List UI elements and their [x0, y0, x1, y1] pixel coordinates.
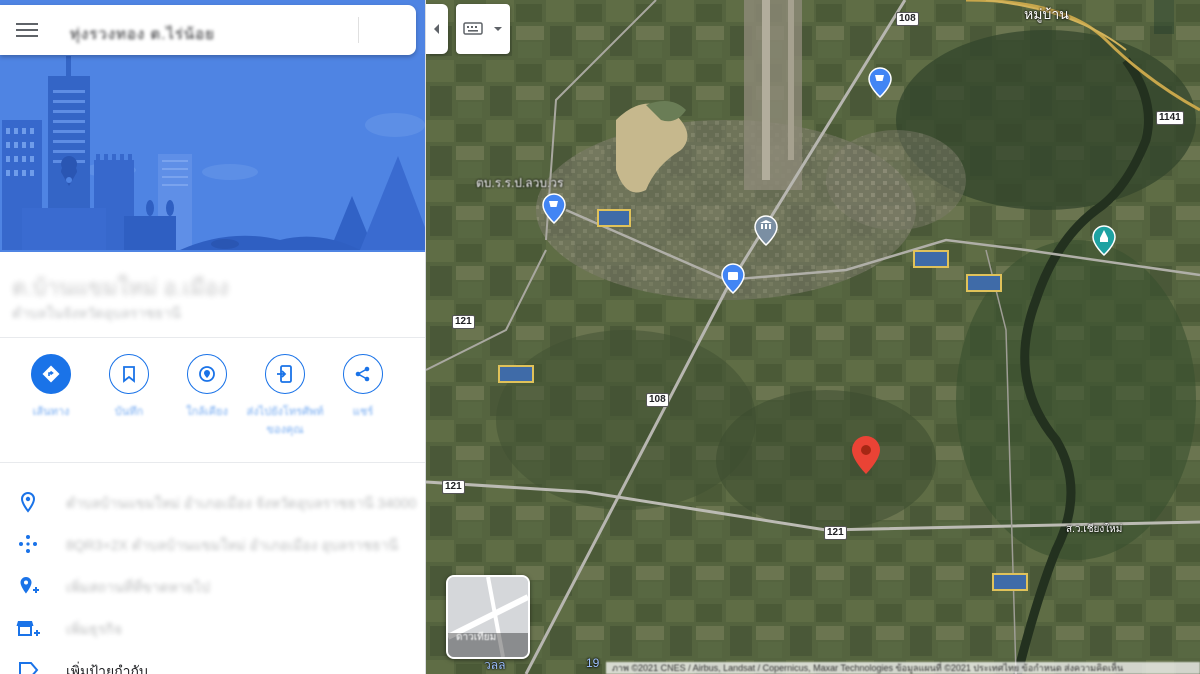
area-number-label: 19 — [586, 656, 600, 670]
bookmark-icon — [109, 354, 149, 394]
share-icon — [343, 354, 383, 394]
place-subtitle: ตำบลในจังหวัดอุบลราชธานี — [12, 305, 181, 321]
share-label: แชร์ — [352, 406, 374, 418]
add-place-text: เพิ่มสถานที่ที่ขาดหายไป — [66, 579, 210, 595]
road-shield-121: 121 — [452, 315, 475, 329]
address-row[interactable]: ตำบลบ้านแขมใหม่ อำเภอเมือง จังหวัดอุบลรา… — [0, 482, 425, 522]
add-business-row[interactable]: เพิ่มธุรกิจ — [0, 608, 425, 648]
satellite-map[interactable]: 108 1141 121 108 121 121 หมู่บ้าน ตบ.ร.ร… — [426, 0, 1200, 674]
send-to-phone-label: ส่งไปยังโทรศัพท์ของคุณ — [246, 406, 324, 436]
add-business-icon — [16, 621, 40, 636]
plus-code-row[interactable]: 8QR3+2X ตำบลบ้านแขมใหม่ อำเภอเมือง อุบลร… — [0, 524, 425, 564]
input-tools-button[interactable] — [456, 4, 510, 54]
nearby-button[interactable]: ใกล้เคียง — [177, 354, 237, 420]
satellite-imagery[interactable] — [426, 0, 1200, 674]
road-shield-121: 121 — [824, 526, 847, 540]
search-divider — [358, 17, 359, 43]
search-input[interactable]: ทุ่งรวงทอง ต.ไร่น้อย — [70, 22, 215, 46]
map-layer-thumbnail — [448, 577, 528, 657]
collapse-panel-button[interactable] — [426, 4, 448, 54]
plus-code-text: 8QR3+2X ตำบลบ้านแขมใหม่ อำเภอเมือง อุบลร… — [66, 537, 399, 553]
add-business-text: เพิ่มธุรกิจ — [66, 621, 122, 637]
district-label: ตบ.ร.ร.ป.ลวบ.วร — [476, 176, 564, 190]
map-attribution: ภาพ ©2021 CNES / Airbus, Landsat / Coper… — [606, 662, 1200, 674]
directions-label: เส้นทาง — [32, 406, 70, 418]
chevron-left-icon — [434, 24, 439, 34]
add-missing-place-row[interactable]: เพิ่มสถานที่ที่ขาดหายไป — [0, 566, 425, 606]
side-panel: ทุ่งรวงทอง ต.ไร่น้อย ต.บ้านแขมใหม่ อ.เมื… — [0, 0, 426, 674]
send-to-phone-button[interactable]: ส่งไปยังโทรศัพท์ของคุณ — [247, 354, 323, 438]
nearby-label: ใกล้เคียง — [186, 406, 228, 418]
keyboard-icon — [463, 22, 502, 35]
address-text: ตำบลบ้านแขมใหม่ อำเภอเมือง จังหวัดอุบลรา… — [66, 495, 417, 511]
divider — [0, 462, 425, 463]
search-box[interactable]: ทุ่งรวงทอง ต.ไร่น้อย — [0, 5, 416, 55]
add-label-text: เพิ่มป้ายกำกับ — [66, 663, 148, 674]
directions-icon — [31, 354, 71, 394]
save-label: บันทึก — [114, 406, 144, 418]
road-name-label: ส.ว.เชียงใหม่ — [1066, 524, 1123, 535]
place-title: ต.บ้านแขมใหม่ อ.เมือง — [12, 275, 229, 300]
road-shield-108: 108 — [646, 393, 669, 407]
nearby-icon — [187, 354, 227, 394]
map-layer-toggle[interactable]: ดาวเทียม — [446, 575, 530, 659]
send-to-phone-icon — [265, 354, 305, 394]
village-label: หมู่บ้าน — [1024, 6, 1069, 22]
road-shield-121: 121 — [442, 480, 465, 494]
road-shield-108: 108 — [896, 12, 919, 26]
road-shield-1141: 1141 — [1156, 111, 1184, 125]
location-pin-icon — [20, 491, 36, 513]
plus-code-icon — [19, 535, 37, 553]
hamburger-menu-icon[interactable] — [16, 20, 38, 40]
layer-label: ดาวเทียม — [456, 632, 497, 643]
directions-button[interactable]: เส้นทาง — [21, 354, 81, 420]
label-icon — [19, 662, 39, 674]
add-place-icon — [20, 577, 39, 594]
divider — [0, 337, 425, 338]
share-button[interactable]: แชร์ — [333, 354, 393, 420]
chevron-down-icon — [494, 27, 502, 31]
add-label-row[interactable]: เพิ่มป้ายกำกับ — [0, 650, 425, 674]
save-button[interactable]: บันทึก — [99, 354, 159, 420]
